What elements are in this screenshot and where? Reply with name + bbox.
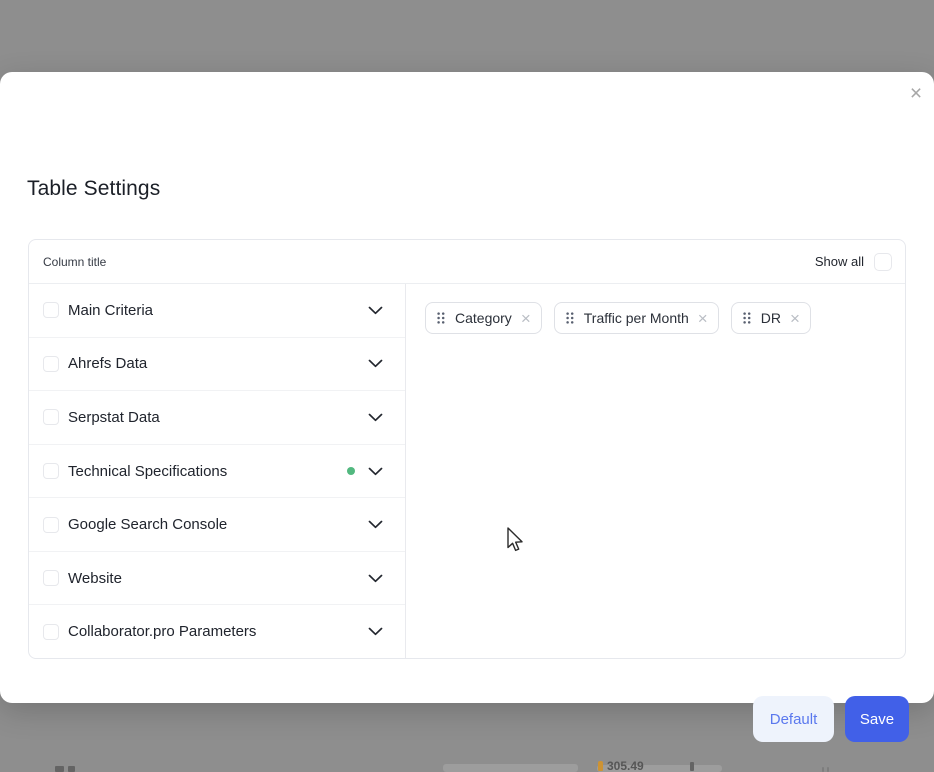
metric-value: 305.49 [607, 759, 644, 772]
checkbox[interactable] [43, 570, 59, 586]
chip-traffic-per-month[interactable]: Traffic per Month × [554, 302, 719, 334]
background-clipped-text-fragment [690, 762, 694, 771]
category-label: Main Criteria [68, 302, 153, 319]
chip-label: Traffic per Month [584, 310, 689, 326]
checkbox[interactable] [43, 302, 59, 318]
selected-columns-chips: Category × Traffic per Month × DR × [425, 302, 887, 334]
category-row-google-search-console[interactable]: Google Search Console [29, 498, 405, 552]
chip-dr[interactable]: DR × [731, 302, 811, 334]
category-row-collaborator-pro-parameters[interactable]: Collaborator.pro Parameters [29, 605, 405, 658]
category-label: Serpstat Data [68, 409, 160, 426]
category-row-technical-specifications[interactable]: Technical Specifications [29, 445, 405, 499]
background-metric-fragment: 305.49 [598, 759, 644, 772]
chevron-down-icon[interactable] [368, 413, 383, 422]
chevron-down-icon[interactable] [368, 306, 383, 315]
category-label: Ahrefs Data [68, 355, 147, 372]
panel-body: Main Criteria Ahrefs Data [29, 284, 905, 658]
chevron-down-icon[interactable] [368, 627, 383, 636]
panel-header: Column title Show all [29, 240, 905, 284]
chevron-down-icon[interactable] [368, 359, 383, 368]
checkbox[interactable] [43, 517, 59, 533]
drag-handle-icon[interactable] [743, 312, 751, 324]
remove-icon[interactable]: × [698, 310, 708, 327]
show-all-checkbox[interactable] [874, 253, 892, 271]
checkbox[interactable] [43, 624, 59, 640]
background-clipped-text-fragment [822, 767, 824, 772]
background-clipped-text-fragment [827, 767, 829, 772]
chip-label: DR [761, 310, 781, 326]
chip-label: Category [455, 310, 512, 326]
chevron-down-icon[interactable] [368, 467, 383, 476]
selected-columns-area: Category × Traffic per Month × DR × [406, 284, 905, 658]
category-label: Collaborator.pro Parameters [68, 623, 256, 640]
category-row-main-criteria[interactable]: Main Criteria [29, 284, 405, 338]
page-title: Table Settings [27, 177, 160, 201]
background-skeleton-bar [443, 764, 578, 772]
default-button[interactable]: Default [753, 696, 834, 742]
category-label: Google Search Console [68, 516, 227, 533]
column-title-label: Column title [43, 255, 106, 269]
screen: 305.49 Table Settings Column title Show … [0, 0, 934, 772]
columns-panel: Column title Show all Main Criteria [28, 239, 906, 659]
category-row-website[interactable]: Website [29, 552, 405, 606]
show-all-label: Show all [815, 254, 864, 269]
checkbox[interactable] [43, 356, 59, 372]
background-clipped-text-fragment [55, 766, 64, 772]
category-label: Website [68, 570, 122, 587]
chevron-down-icon[interactable] [368, 574, 383, 583]
remove-icon[interactable]: × [790, 310, 800, 327]
category-label: Technical Specifications [68, 463, 227, 480]
drag-handle-icon[interactable] [566, 312, 574, 324]
table-settings-modal: Table Settings Column title Show all Mai… [0, 72, 934, 703]
category-row-serpstat-data[interactable]: Serpstat Data [29, 391, 405, 445]
category-list: Main Criteria Ahrefs Data [29, 284, 406, 658]
checkbox[interactable] [43, 409, 59, 425]
chip-category[interactable]: Category × [425, 302, 542, 334]
drag-handle-icon[interactable] [437, 312, 445, 324]
close-icon[interactable]: × [903, 80, 929, 106]
flame-icon [598, 761, 603, 771]
save-button[interactable]: Save [845, 696, 909, 742]
chevron-down-icon[interactable] [368, 520, 383, 529]
category-row-ahrefs-data[interactable]: Ahrefs Data [29, 338, 405, 392]
remove-icon[interactable]: × [521, 310, 531, 327]
background-clipped-text-fragment [68, 766, 75, 772]
status-dot [347, 467, 355, 475]
checkbox[interactable] [43, 463, 59, 479]
